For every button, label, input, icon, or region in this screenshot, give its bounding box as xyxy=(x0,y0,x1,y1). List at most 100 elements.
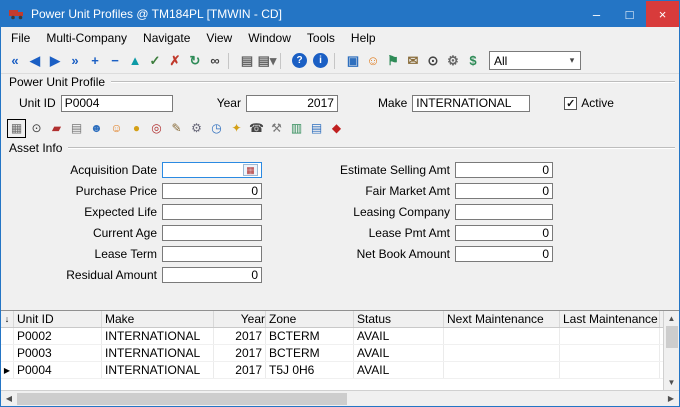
print-icon[interactable]: ▤ xyxy=(237,51,257,71)
mail-icon[interactable]: ✉ xyxy=(403,51,423,71)
field-input[interactable]: 0 xyxy=(455,183,553,199)
field-input[interactable]: ▦ xyxy=(162,162,262,178)
minimize-button[interactable]: – xyxy=(580,1,613,27)
field-input[interactable] xyxy=(162,246,262,262)
add-record-icon[interactable]: + xyxy=(85,51,105,71)
cancel-icon[interactable]: ✗ xyxy=(165,51,185,71)
maximize-button[interactable]: □ xyxy=(613,1,646,27)
toolbar-icon[interactable] xyxy=(334,53,340,69)
horizontal-scroll-thumb[interactable] xyxy=(17,393,347,405)
toolbar-icon[interactable] xyxy=(280,53,286,69)
field-input[interactable]: 0 xyxy=(162,267,262,283)
last-record-icon[interactable]: » xyxy=(65,51,85,71)
chevron-down-icon[interactable]: ▾ xyxy=(564,55,580,66)
currency-icon[interactable]: $ xyxy=(463,51,483,71)
search-icon[interactable]: ⊙ xyxy=(423,51,443,71)
menu-item[interactable]: Multi-Company xyxy=(38,29,135,47)
notes-icon[interactable]: ▤ xyxy=(307,119,326,138)
table-cell: 2017 xyxy=(214,345,266,361)
flag-icon[interactable]: ⚑ xyxy=(383,51,403,71)
form-row: Acquisition Date ▦ xyxy=(9,162,262,178)
remove-record-icon[interactable]: − xyxy=(105,51,125,71)
first-record-icon[interactable]: « xyxy=(5,51,25,71)
results-grid: ↓ Unit IDMakeYearZoneStatusNext Maintena… xyxy=(1,310,679,390)
key-icon[interactable]: ✦ xyxy=(227,119,246,138)
people-icon[interactable]: ☻ xyxy=(87,119,106,138)
next-record-icon[interactable]: ▶ xyxy=(45,51,65,71)
field-input[interactable]: 0 xyxy=(455,162,553,178)
table-row[interactable]: P0002INTERNATIONAL2017BCTERMAVAIL xyxy=(1,328,663,345)
toolbar-icons: «◀▶»+−▲✓✗↻∞ ▤▤▾? i ▣☺⚑✉⊙⚙$ xyxy=(5,51,483,71)
scroll-down-icon[interactable]: ▼ xyxy=(664,375,680,390)
table-row[interactable]: ▶P0004INTERNATIONAL2017T5J 0H6AVAIL xyxy=(1,362,663,379)
settings-icon[interactable]: ⚙ xyxy=(443,51,463,71)
previous-record-icon[interactable]: ◀ xyxy=(25,51,45,71)
column-header[interactable]: Unit ID xyxy=(14,311,102,327)
clock-icon[interactable]: ◷ xyxy=(207,119,226,138)
save-icon[interactable]: ✓ xyxy=(145,51,165,71)
sort-icon[interactable]: ↓ xyxy=(1,311,14,327)
target-icon[interactable]: ◎ xyxy=(147,119,166,138)
pdf-icon[interactable]: ◆ xyxy=(327,119,346,138)
active-checkbox[interactable] xyxy=(564,97,577,110)
truck-icon[interactable]: ▰ xyxy=(47,119,66,138)
print-options-icon[interactable]: ▤▾ xyxy=(257,51,277,71)
column-header[interactable]: Make xyxy=(102,311,214,327)
horizontal-scrollbar[interactable]: ◀ ▶ xyxy=(1,390,679,406)
form-row: Residual Amount 0 xyxy=(9,267,262,283)
field-input[interactable]: 0 xyxy=(162,183,262,199)
toolbar-icon[interactable] xyxy=(228,53,234,69)
scroll-left-icon[interactable]: ◀ xyxy=(1,391,17,407)
title-bar: Power Unit Profiles @ TM184PL [TMWIN - C… xyxy=(1,1,679,27)
menu-item[interactable]: File xyxy=(3,29,38,47)
user-icon[interactable]: ☺ xyxy=(363,51,383,71)
clipboard-icon[interactable]: ▥ xyxy=(287,119,306,138)
help-icon[interactable]: ? xyxy=(292,53,307,68)
menu-item[interactable]: Navigate xyxy=(135,29,198,47)
field-value: 0 xyxy=(459,247,549,261)
field-value: 0 xyxy=(459,184,549,198)
table-cell xyxy=(444,362,560,378)
year-field[interactable]: 2017 xyxy=(246,95,338,112)
empty-area xyxy=(1,288,679,310)
find-icon[interactable]: ⊙ xyxy=(27,119,46,138)
filter-combobox[interactable]: All ▾ xyxy=(489,51,581,70)
pencil-icon[interactable]: ✎ xyxy=(167,119,186,138)
refresh-icon[interactable]: ↻ xyxy=(185,51,205,71)
column-header[interactable]: Status xyxy=(354,311,444,327)
column-header[interactable]: Year xyxy=(214,311,266,327)
field-input[interactable] xyxy=(162,225,262,241)
tools-icon[interactable]: ⚒ xyxy=(267,119,286,138)
wrench-icon[interactable]: ⚙ xyxy=(187,119,206,138)
document-icon[interactable]: ▤ xyxy=(67,119,86,138)
phone-icon[interactable]: ☎ xyxy=(247,119,266,138)
field-input[interactable]: 0 xyxy=(455,246,553,262)
calendar-button[interactable]: ▦ xyxy=(243,164,258,176)
menu-item[interactable]: View xyxy=(198,29,240,47)
column-header[interactable]: Next Maintenance xyxy=(444,311,560,327)
menu-item[interactable]: Window xyxy=(240,29,299,47)
table-row[interactable]: P0003INTERNATIONAL2017BCTERMAVAIL xyxy=(1,345,663,362)
column-header[interactable]: Last Maintenance xyxy=(560,311,660,327)
field-input[interactable]: 0 xyxy=(455,225,553,241)
row-selector-marker: ▶ xyxy=(1,362,14,378)
binoculars-icon[interactable]: ∞ xyxy=(205,51,225,71)
menu-item[interactable]: Tools xyxy=(299,29,343,47)
driver-icon[interactable]: ☺ xyxy=(107,119,126,138)
insert-record-icon[interactable]: ▲ xyxy=(125,51,145,71)
scroll-right-icon[interactable]: ▶ xyxy=(663,391,679,407)
info-icon[interactable]: i xyxy=(313,53,328,68)
vertical-scroll-thumb[interactable] xyxy=(666,326,678,348)
unit-id-field[interactable]: P0004 xyxy=(61,95,173,112)
field-input[interactable] xyxy=(455,204,553,220)
coins-icon[interactable]: ● xyxy=(127,119,146,138)
field-input[interactable] xyxy=(162,204,262,220)
vertical-scrollbar[interactable]: ▲ ▼ xyxy=(663,311,679,390)
close-button[interactable]: × xyxy=(646,1,679,27)
scroll-up-icon[interactable]: ▲ xyxy=(664,311,680,326)
column-header[interactable]: Zone xyxy=(266,311,354,327)
make-field[interactable]: INTERNATIONAL xyxy=(412,95,530,112)
monitor-icon[interactable]: ▣ xyxy=(343,51,363,71)
asset-info-icon[interactable]: ▦ xyxy=(7,119,26,138)
menu-item[interactable]: Help xyxy=(343,29,384,47)
